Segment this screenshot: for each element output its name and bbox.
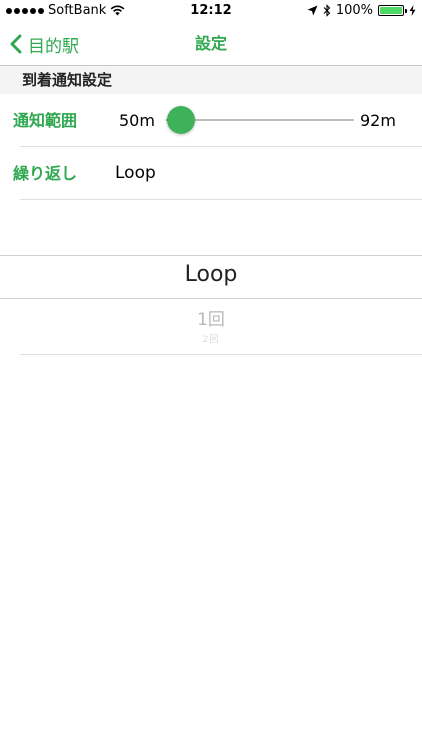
repeat-row[interactable]: 繰り返し Loop	[0, 147, 422, 200]
location-arrow-icon	[307, 5, 318, 16]
battery-icon	[378, 5, 407, 16]
notify-range-row: 通知範囲 50m 92m	[0, 94, 422, 147]
status-right: 100%	[307, 3, 416, 18]
status-bar: SoftBank 12:12 100%	[0, 0, 422, 22]
page-title: 設定	[194, 34, 227, 53]
picker-option[interactable]: 1回	[0, 305, 422, 330]
bluetooth-icon	[323, 4, 331, 17]
navigation-bar: 目的駅 設定	[0, 22, 422, 66]
lightning-icon	[409, 5, 416, 16]
repeat-label: 繰り返し	[13, 164, 78, 183]
section-header: 到着通知設定	[0, 66, 422, 94]
picker-option-selected[interactable]: Loop	[0, 262, 422, 287]
range-slider-thumb[interactable]	[167, 106, 196, 134]
slider-min-label: 50m	[119, 111, 155, 130]
picker-option[interactable]: 2回	[0, 332, 422, 345]
slider-max-label: 92m	[360, 111, 396, 130]
repeat-value: Loop	[115, 163, 156, 183]
notify-range-label: 通知範囲	[13, 111, 78, 130]
battery-percent: 100%	[335, 3, 373, 18]
repeat-picker[interactable]: Loop 1回 2回	[0, 200, 422, 355]
